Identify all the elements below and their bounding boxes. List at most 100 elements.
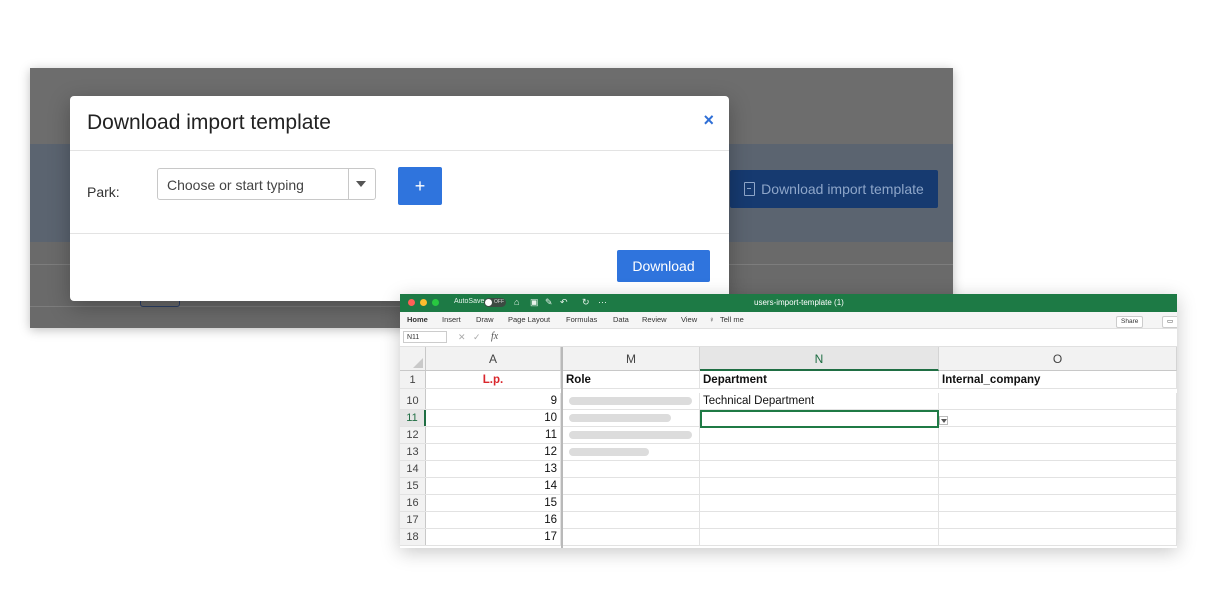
table-row: 10 9 Technical Department bbox=[400, 393, 1177, 410]
download-template-modal: Download import template × Park: Choose … bbox=[70, 96, 729, 301]
cell-internal-company[interactable] bbox=[939, 461, 1177, 477]
column-header-n[interactable]: N bbox=[700, 347, 939, 371]
cell-department[interactable] bbox=[700, 427, 939, 443]
home-icon[interactable]: ⌂ bbox=[514, 297, 519, 307]
cell-role[interactable] bbox=[563, 410, 700, 426]
download-import-template-button[interactable]: Download import template bbox=[730, 170, 938, 208]
row-number[interactable]: 1 bbox=[400, 371, 426, 388]
cell-lp[interactable]: 10 bbox=[426, 410, 561, 426]
tab-data[interactable]: Data bbox=[613, 315, 629, 324]
redacted-placeholder bbox=[569, 414, 671, 422]
cell-lp[interactable]: 9 bbox=[426, 393, 561, 409]
tab-formulas[interactable]: Formulas bbox=[566, 315, 597, 324]
close-icon[interactable]: × bbox=[703, 110, 714, 131]
redacted-placeholder bbox=[569, 448, 649, 456]
close-window-dot[interactable] bbox=[408, 299, 415, 306]
download-button[interactable]: Download bbox=[617, 250, 710, 282]
minimize-window-dot[interactable] bbox=[420, 299, 427, 306]
tab-review[interactable]: Review bbox=[642, 315, 667, 324]
autosave-toggle[interactable]: OFF bbox=[484, 298, 506, 307]
header-cell-internal-company[interactable]: Internal_company bbox=[939, 371, 1177, 388]
column-header-o[interactable]: O bbox=[939, 347, 1177, 371]
cell-role[interactable] bbox=[563, 512, 700, 528]
cell-department[interactable] bbox=[700, 444, 939, 460]
header-cell-lp[interactable]: L.p. bbox=[426, 371, 561, 388]
cell-internal-company[interactable] bbox=[939, 410, 1177, 426]
row-number[interactable]: 14 bbox=[400, 461, 426, 477]
cell-internal-company[interactable] bbox=[939, 512, 1177, 528]
cell-internal-company[interactable] bbox=[939, 427, 1177, 443]
redo-icon[interactable]: ↻ bbox=[582, 297, 590, 308]
row-number[interactable]: 17 bbox=[400, 512, 426, 528]
cell-role[interactable] bbox=[563, 529, 700, 545]
cell-lp[interactable]: 12 bbox=[426, 444, 561, 460]
cell-lp[interactable]: 16 bbox=[426, 512, 561, 528]
cell-department[interactable] bbox=[700, 478, 939, 494]
document-icon bbox=[744, 182, 756, 196]
active-cell-n11[interactable] bbox=[700, 410, 939, 428]
park-label: Park: bbox=[87, 184, 120, 200]
row-number[interactable]: 15 bbox=[400, 478, 426, 494]
cell-internal-company[interactable] bbox=[939, 393, 1177, 409]
cell-lp[interactable]: 11 bbox=[426, 427, 561, 443]
comments-button[interactable]: ▭ bbox=[1162, 316, 1177, 328]
share-label: Share bbox=[1121, 318, 1139, 325]
add-park-button[interactable]: + bbox=[398, 167, 442, 205]
table-row: 14 13 bbox=[400, 461, 1177, 478]
save-icon[interactable]: ▣ bbox=[530, 297, 539, 308]
tab-draw[interactable]: Draw bbox=[476, 315, 494, 324]
cell-internal-company[interactable] bbox=[939, 495, 1177, 511]
maximize-window-dot[interactable] bbox=[432, 299, 439, 306]
more-icon[interactable]: ⋯ bbox=[598, 297, 607, 308]
table-row: 12 11 bbox=[400, 427, 1177, 444]
select-all-corner[interactable] bbox=[400, 347, 426, 371]
header-cell-department[interactable]: Department bbox=[700, 371, 939, 388]
cell-lp[interactable]: 17 bbox=[426, 529, 561, 545]
chevron-down-icon[interactable] bbox=[356, 181, 366, 187]
cell-internal-company[interactable] bbox=[939, 444, 1177, 460]
column-header-a[interactable]: A bbox=[426, 347, 561, 371]
column-header-m[interactable]: M bbox=[563, 347, 700, 371]
tab-home[interactable]: Home bbox=[407, 315, 428, 324]
cell-department[interactable] bbox=[700, 461, 939, 477]
excel-window: AutoSave OFF ⌂ ▣ ✎ ↶ ↻ ⋯ users-import-te… bbox=[400, 294, 1177, 548]
row-number[interactable]: 18 bbox=[400, 529, 426, 545]
row-number[interactable]: 13 bbox=[400, 444, 426, 460]
row-number[interactable]: 11 bbox=[400, 410, 426, 426]
cell-role[interactable] bbox=[563, 393, 700, 409]
tab-view[interactable]: View bbox=[681, 315, 697, 324]
row-number[interactable]: 16 bbox=[400, 495, 426, 511]
cell-lp[interactable]: 14 bbox=[426, 478, 561, 494]
header-cell-role[interactable]: Role bbox=[563, 371, 700, 388]
cancel-formula-icon[interactable]: ✕ bbox=[458, 332, 466, 343]
cell-internal-company[interactable] bbox=[939, 478, 1177, 494]
cell-department[interactable] bbox=[700, 495, 939, 511]
cell-role[interactable] bbox=[563, 495, 700, 511]
cell-role[interactable] bbox=[563, 444, 700, 460]
cell-role[interactable] bbox=[563, 461, 700, 477]
cell-lp[interactable]: 13 bbox=[426, 461, 561, 477]
name-box[interactable]: N11 bbox=[403, 331, 447, 343]
row-number[interactable]: 12 bbox=[400, 427, 426, 443]
cell-department[interactable]: Technical Department bbox=[700, 393, 939, 409]
share-button[interactable]: Share bbox=[1116, 316, 1144, 328]
tab-insert[interactable]: Insert bbox=[442, 315, 461, 324]
table-row: 17 16 bbox=[400, 512, 1177, 529]
dropdown-arrow-icon[interactable] bbox=[939, 416, 948, 425]
undo-icon[interactable]: ↶ bbox=[560, 297, 568, 308]
tell-me-search[interactable]: Tell me bbox=[720, 315, 744, 324]
edit-icon[interactable]: ✎ bbox=[545, 297, 553, 308]
cell-role[interactable] bbox=[563, 427, 700, 443]
cell-lp[interactable]: 15 bbox=[426, 495, 561, 511]
download-import-template-label: Download import template bbox=[761, 181, 924, 197]
cell-role[interactable] bbox=[563, 478, 700, 494]
tab-page-layout[interactable]: Page Layout bbox=[508, 315, 550, 324]
cell-department[interactable] bbox=[700, 529, 939, 545]
function-icon[interactable]: fx bbox=[491, 331, 498, 342]
excel-ribbon: Home Insert Draw Page Layout Formulas Da… bbox=[400, 312, 1177, 329]
cell-department[interactable] bbox=[700, 512, 939, 528]
cell-internal-company[interactable] bbox=[939, 529, 1177, 545]
row-number[interactable]: 10 bbox=[400, 393, 426, 409]
confirm-formula-icon[interactable]: ✓ bbox=[473, 332, 481, 343]
park-select[interactable]: Choose or start typing bbox=[157, 168, 376, 200]
